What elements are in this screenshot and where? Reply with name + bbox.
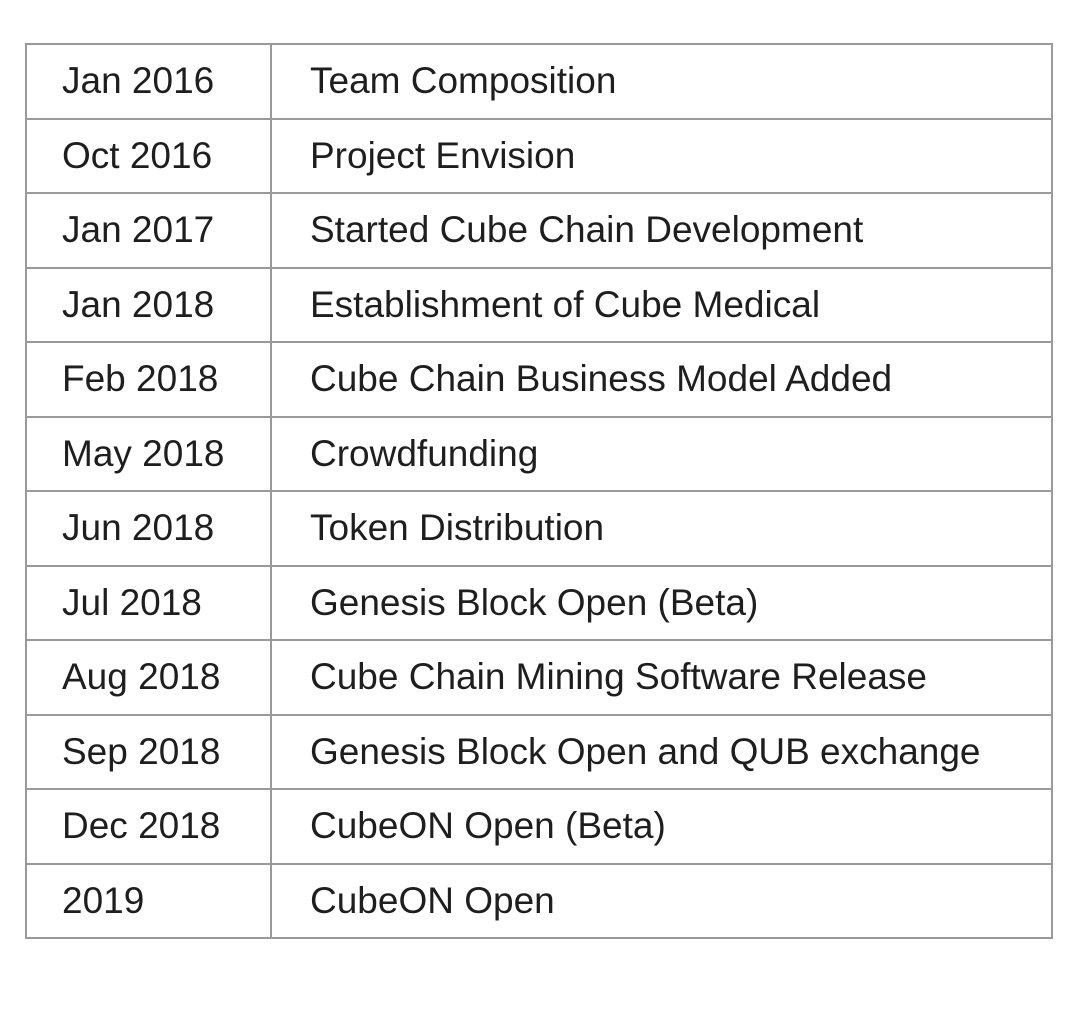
event-cell: Genesis Block Open and QUB exchange [270,713,1053,790]
event-cell: CubeON Open [270,862,1053,939]
date-cell: Feb 2018 [25,341,272,418]
table-row: Jan 2017 Started Cube Chain Development [25,192,1053,269]
table-row: Oct 2016 Project Envision [25,117,1053,194]
table-row: Jun 2018 Token Distribution [25,490,1053,567]
timeline-body: Jan 2016 Team Composition Oct 2016 Project … [25,43,1053,939]
date-cell: Jan 2018 [25,266,272,343]
event-cell: Genesis Block Open (Beta) [270,564,1053,641]
date-cell: Jun 2018 [25,490,272,567]
timeline-table: Jan 2016 Team Composition Oct 2016 Project … [25,43,1053,939]
date-cell: May 2018 [25,415,272,492]
table-row: 2019 CubeON Open [25,862,1053,939]
table-row: Jan 2018 Establishment of Cube Medical [25,266,1053,343]
date-cell: Jan 2017 [25,192,272,269]
table-row: May 2018 Crowdfunding [25,415,1053,492]
date-cell: Jan 2016 [25,43,272,120]
date-cell: Dec 2018 [25,788,272,865]
table-row: Jul 2018 Genesis Block Open (Beta) [25,564,1053,641]
table-row: Aug 2018 Cube Chain Mining Software Relea… [25,639,1053,716]
date-cell: Sep 2018 [25,713,272,790]
table-row: Feb 2018 Cube Chain Business Model Added [25,341,1053,418]
event-cell: Started Cube Chain Development [270,192,1053,269]
event-cell: Cube Chain Mining Software Release [270,639,1053,716]
event-cell: Crowdfunding [270,415,1053,492]
event-cell: Team Composition [270,43,1053,120]
event-cell: Cube Chain Business Model Added [270,341,1053,418]
table-row: Jan 2016 Team Composition [25,43,1053,120]
event-cell: Project Envision [270,117,1053,194]
table-row: Sep 2018 Genesis Block Open and QUB excha… [25,713,1053,790]
date-cell: 2019 [25,862,272,939]
date-cell: Jul 2018 [25,564,272,641]
table-row: Dec 2018 CubeON Open (Beta) [25,788,1053,865]
event-cell: Establishment of Cube Medical [270,266,1053,343]
date-cell: Aug 2018 [25,639,272,716]
event-cell: Token Distribution [270,490,1053,567]
event-cell: CubeON Open (Beta) [270,788,1053,865]
date-cell: Oct 2016 [25,117,272,194]
